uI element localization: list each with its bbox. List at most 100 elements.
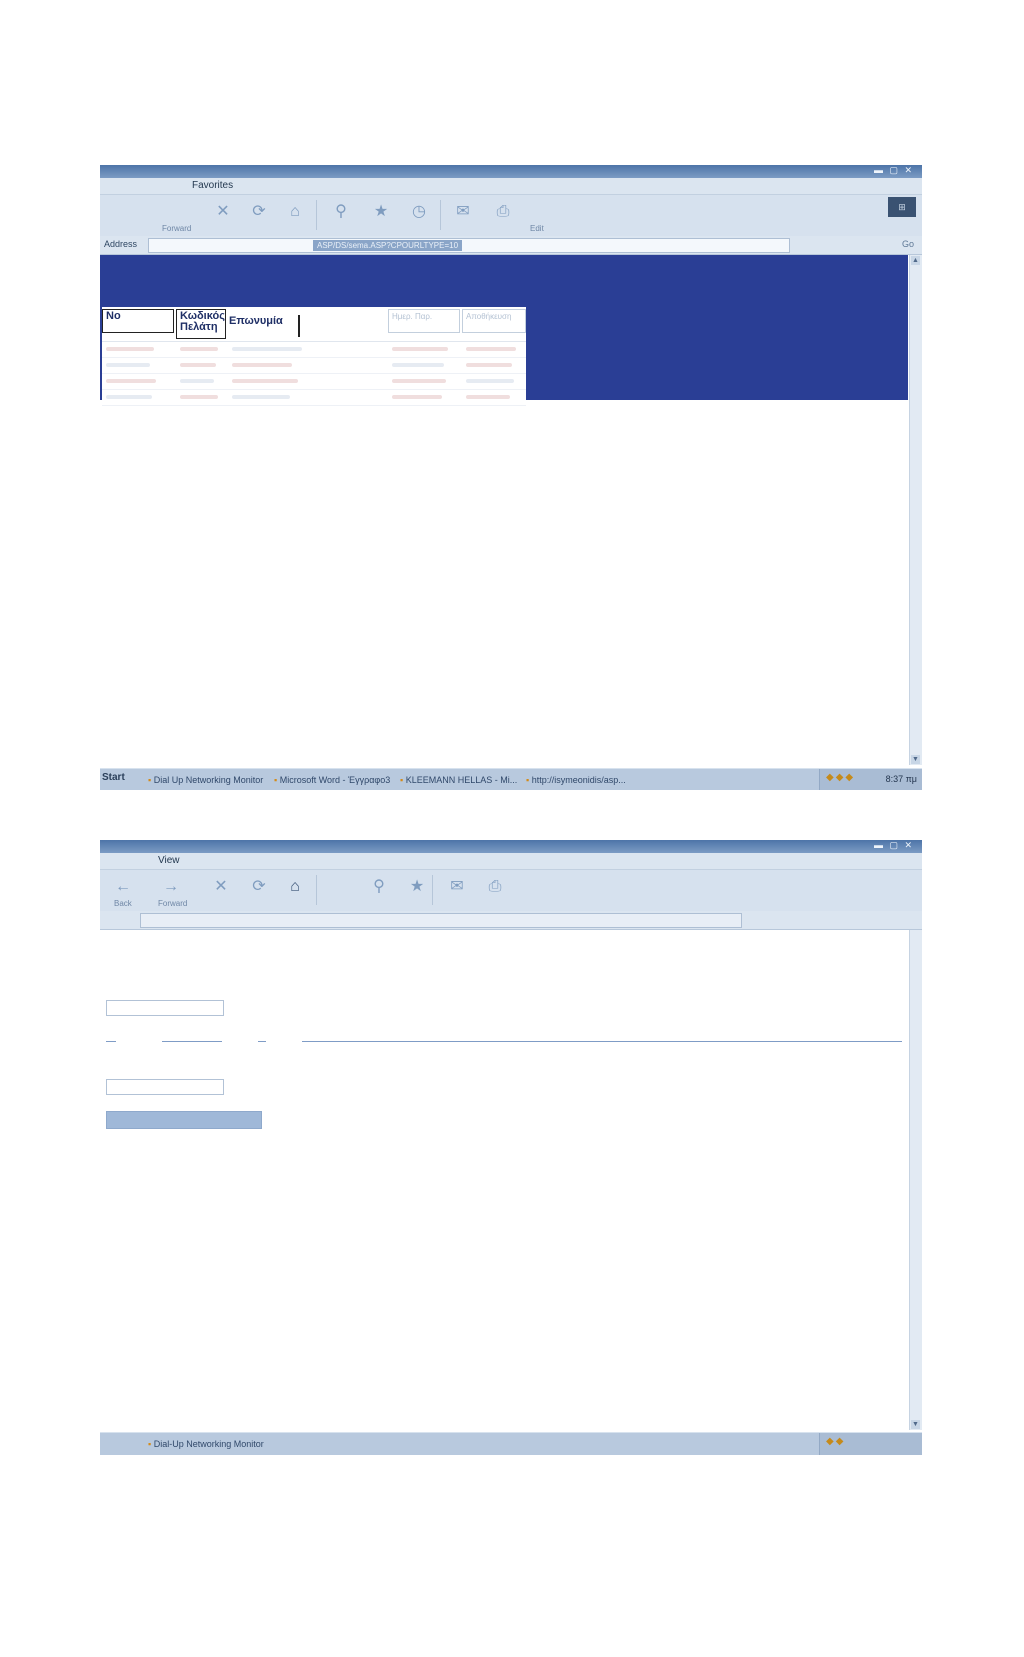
favorites-icon[interactable]: ★ — [370, 201, 392, 223]
cell-placeholder — [392, 395, 442, 399]
form-input-1[interactable] — [106, 1000, 224, 1016]
taskbar: Dial-Up Networking Monitor ◆◆ — [100, 1432, 922, 1455]
toolbar-separator — [440, 200, 441, 230]
cell-placeholder — [106, 363, 150, 367]
taskbar: Start Dial Up Networking Monitor Microso… — [100, 768, 922, 790]
cell-placeholder — [466, 395, 510, 399]
scroll-down-icon[interactable]: ▼ — [911, 755, 920, 764]
scroll-up-icon[interactable]: ▲ — [911, 256, 920, 265]
address-label: Address — [104, 239, 138, 249]
page-content — [100, 930, 910, 1430]
forward-button-label: Forward — [158, 899, 188, 908]
form-rule — [162, 1041, 222, 1042]
column-header-save[interactable]: Αποθήκευση — [462, 309, 526, 333]
toolbar: Forward ✕ ⟳ ⌂ ⚲ ★ ◷ ✉ ⎙ Edit ⊞ — [100, 194, 922, 238]
cell-placeholder — [232, 363, 292, 367]
cell-placeholder — [106, 395, 152, 399]
cell-placeholder — [180, 363, 216, 367]
taskbar-item-kleemann[interactable]: KLEEMANN HELLAS - Mi... — [400, 773, 520, 788]
address-bar: Address ASP/DS/sema.ASP?CPOURLTYPE=10 Go — [100, 236, 922, 255]
windows-logo-icon: ⊞ — [888, 197, 916, 217]
table-row[interactable] — [102, 390, 526, 406]
taskbar-item-dialup[interactable]: Dial Up Networking Monitor — [148, 773, 268, 788]
history-icon[interactable]: ◷ — [408, 201, 430, 223]
tray-icons[interactable]: ◆◆ — [826, 1436, 845, 1447]
cell-placeholder — [180, 347, 218, 351]
column-header-no[interactable]: No — [102, 309, 174, 333]
window-controls[interactable]: ▬ ▢ ✕ — [874, 165, 914, 176]
back-arrow-icon[interactable]: ← — [112, 876, 134, 898]
cell-placeholder — [232, 379, 298, 383]
form-rule — [106, 1041, 116, 1042]
home-icon[interactable]: ⌂ — [284, 876, 306, 898]
table-header: No Κωδικός Πελάτη Επωνυμία Ημερ. Παρ. Απ… — [102, 307, 526, 342]
system-tray: ◆◆◆ 8:37 πμ — [819, 769, 922, 790]
back-button-label: Back — [114, 899, 132, 908]
cell-placeholder — [466, 379, 514, 383]
cell-placeholder — [106, 347, 154, 351]
cell-placeholder — [392, 347, 448, 351]
menu-bar: View — [100, 853, 922, 869]
cell-placeholder — [232, 347, 302, 351]
stop-icon[interactable]: ✕ — [212, 201, 234, 223]
address-input[interactable] — [140, 913, 742, 928]
cell-placeholder — [106, 379, 156, 383]
table-row[interactable] — [102, 342, 526, 358]
favorites-icon[interactable]: ★ — [406, 876, 428, 898]
menu-bar: Favorites — [100, 178, 922, 194]
go-button[interactable]: Go — [902, 239, 914, 249]
search-icon[interactable]: ⚲ — [330, 201, 352, 223]
tray-clock: 8:37 πμ — [885, 774, 917, 784]
start-button[interactable]: Start — [102, 772, 125, 783]
toolbar: ← Back → Forward ✕ ⟳ ⌂ ⚲ ★ ✉ ⎙ — [100, 869, 922, 913]
scroll-down-icon[interactable]: ▼ — [911, 1420, 920, 1429]
taskbar-item-word[interactable]: Microsoft Word - Έγγραφο3 — [274, 773, 394, 788]
window-controls[interactable]: ▬ ▢ ✕ — [874, 840, 914, 851]
column-header-customer-code[interactable]: Κωδικός Πελάτη — [176, 309, 226, 339]
edit-button-label[interactable]: Edit — [530, 224, 544, 233]
form-rule — [302, 1041, 902, 1042]
cell-placeholder — [180, 379, 214, 383]
tray-icons[interactable]: ◆◆◆ — [826, 772, 855, 783]
cell-placeholder — [466, 363, 512, 367]
stop-icon[interactable]: ✕ — [210, 876, 232, 898]
cell-placeholder — [392, 363, 444, 367]
form-rule — [258, 1041, 266, 1042]
vertical-scrollbar[interactable]: ▲ ▼ — [909, 255, 922, 765]
home-icon[interactable]: ⌂ — [284, 201, 306, 223]
customers-table: No Κωδικός Πελάτη Επωνυμία Ημερ. Παρ. Απ… — [102, 307, 526, 406]
column-header-date[interactable]: Ημερ. Παρ. — [388, 309, 460, 333]
address-bar — [100, 911, 922, 930]
browser-window-customers: ▬ ▢ ✕ Favorites Forward ✕ ⟳ ⌂ ⚲ ★ ◷ ✉ ⎙ … — [100, 165, 922, 790]
form-input-2[interactable] — [106, 1079, 224, 1095]
refresh-icon[interactable]: ⟳ — [248, 876, 270, 898]
cell-placeholder — [232, 395, 290, 399]
page-content: No Κωδικός Πελάτη Επωνυμία Ημερ. Παρ. Απ… — [100, 255, 910, 765]
taskbar-item-dialup[interactable]: Dial-Up Networking Monitor — [148, 1437, 288, 1452]
title-bar: ▬ ▢ ✕ — [100, 165, 922, 178]
taskbar-item-browser[interactable]: http://isymeonidis/asp... — [526, 773, 646, 788]
address-url: ASP/DS/sema.ASP?CPOURLTYPE=10 — [313, 240, 463, 251]
toolbar-separator — [316, 200, 317, 230]
cell-placeholder — [180, 395, 218, 399]
print-icon[interactable]: ⎙ — [492, 201, 514, 223]
cell-placeholder — [392, 379, 446, 383]
forward-arrow-icon[interactable]: → — [160, 876, 182, 898]
cell-placeholder — [466, 347, 516, 351]
menu-favorites[interactable]: Favorites — [192, 180, 233, 191]
table-row[interactable] — [102, 358, 526, 374]
address-input[interactable]: ASP/DS/sema.ASP?CPOURLTYPE=10 — [148, 238, 790, 253]
column-header-name[interactable]: Επωνυμία — [226, 315, 300, 337]
forward-button-label: Forward — [162, 224, 192, 233]
table-row[interactable] — [102, 374, 526, 390]
submit-button[interactable] — [106, 1111, 262, 1129]
vertical-scrollbar[interactable]: ▼ — [909, 930, 922, 1430]
refresh-icon[interactable]: ⟳ — [248, 201, 270, 223]
browser-window-form: ▬ ▢ ✕ View ← Back → Forward ✕ ⟳ ⌂ ⚲ ★ ✉ … — [100, 840, 922, 1455]
mail-icon[interactable]: ✉ — [452, 201, 474, 223]
customers-panel: No Κωδικός Πελάτη Επωνυμία Ημερ. Παρ. Απ… — [100, 255, 908, 406]
menu-view[interactable]: View — [158, 855, 180, 866]
print-icon[interactable]: ⎙ — [484, 876, 506, 898]
mail-icon[interactable]: ✉ — [446, 876, 468, 898]
search-icon[interactable]: ⚲ — [368, 876, 390, 898]
